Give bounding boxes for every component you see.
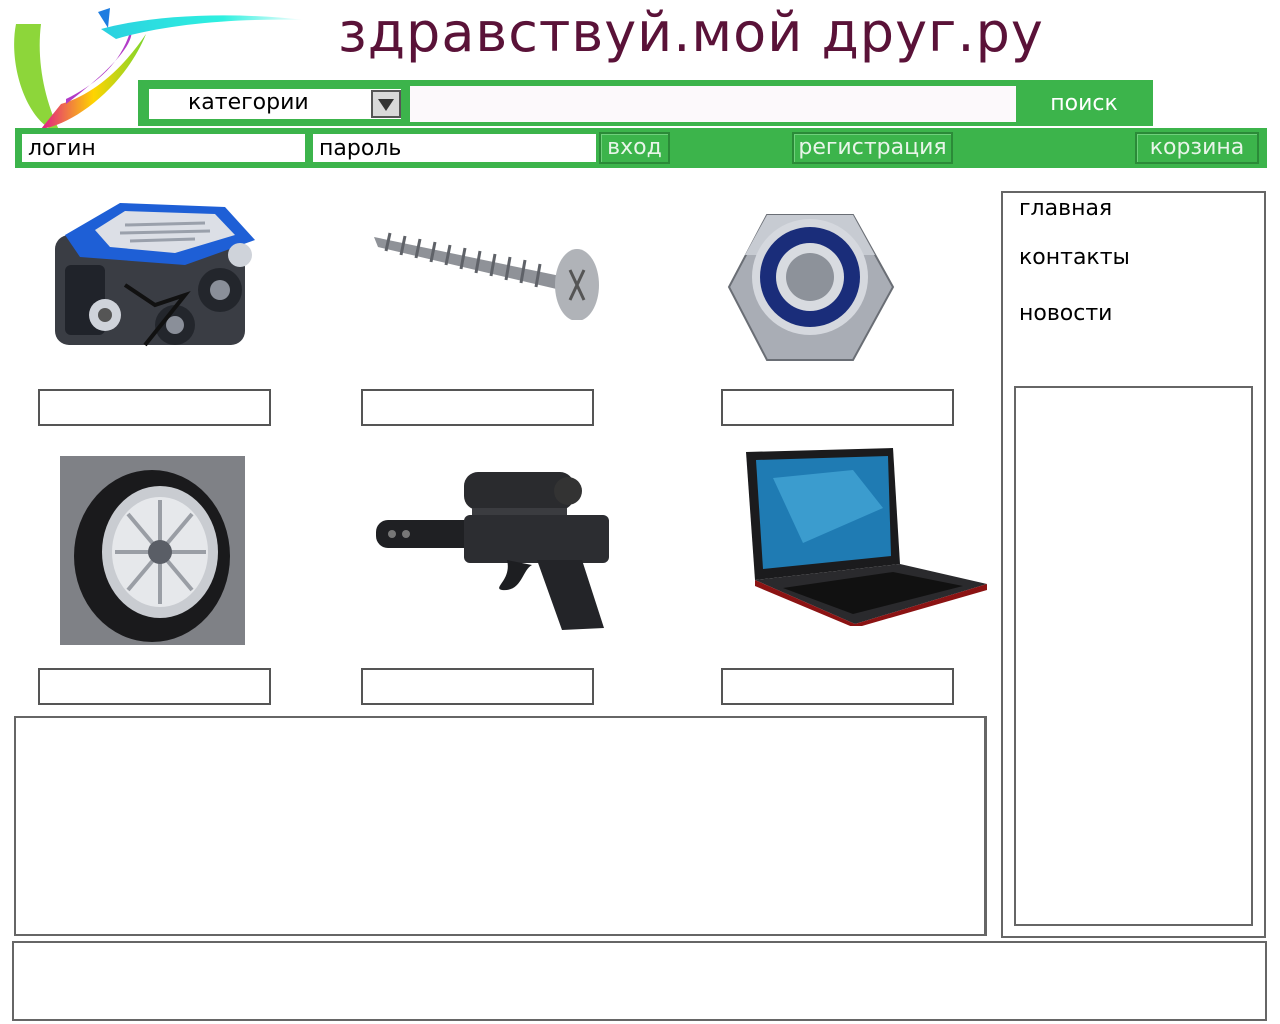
product-caption-box[interactable] xyxy=(38,389,271,426)
login-button[interactable]: вход xyxy=(599,132,670,164)
wheel-image[interactable] xyxy=(60,456,245,645)
pistol-image[interactable] xyxy=(372,470,612,635)
engine-image[interactable] xyxy=(25,195,265,370)
search-button[interactable]: поиск xyxy=(1030,86,1138,122)
footer xyxy=(12,941,1267,1021)
sidebar-item-home[interactable]: главная xyxy=(1019,194,1112,224)
chevron-down-icon[interactable] xyxy=(371,90,401,118)
sidebar-item-news[interactable]: новости xyxy=(1019,299,1112,329)
content-area xyxy=(14,716,987,936)
sidebar-panel xyxy=(1014,386,1253,926)
site-title: здравствуй.мой друг.ру xyxy=(338,1,1044,64)
product-caption-box[interactable] xyxy=(721,668,954,705)
product-caption-box[interactable] xyxy=(721,389,954,426)
register-button[interactable]: регистрация xyxy=(792,132,953,164)
product-caption-box[interactable] xyxy=(38,668,271,705)
product-caption-box[interactable] xyxy=(361,389,594,426)
product-caption-box[interactable] xyxy=(361,668,594,705)
laptop-image[interactable] xyxy=(743,448,988,626)
category-select-label: категории xyxy=(188,90,309,115)
screw-image[interactable] xyxy=(370,225,605,320)
search-input[interactable] xyxy=(410,86,1016,122)
sidebar-item-contacts[interactable]: контакты xyxy=(1019,243,1130,273)
login-field[interactable] xyxy=(22,134,305,162)
cart-button[interactable]: корзина xyxy=(1135,132,1259,164)
password-field[interactable] xyxy=(313,134,596,162)
